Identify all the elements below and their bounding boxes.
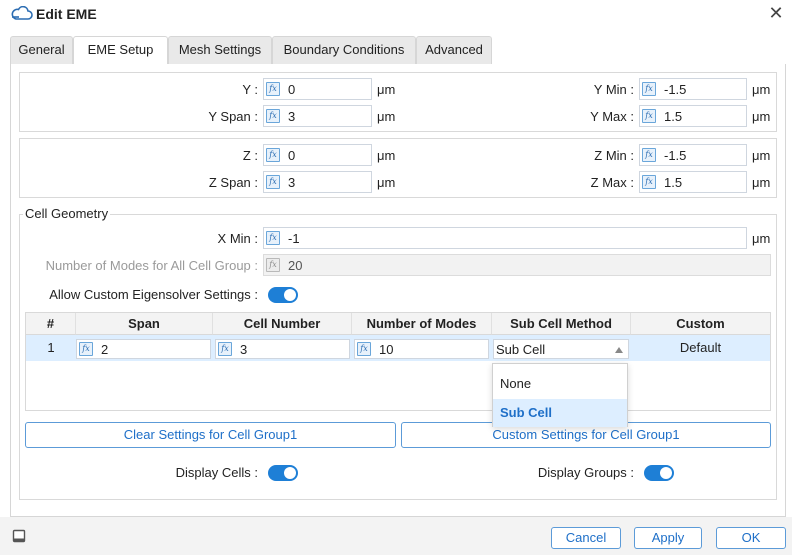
display-groups-label: Display Groups : bbox=[537, 465, 634, 480]
cancel-button[interactable]: Cancel bbox=[551, 527, 621, 549]
z-label: Z : bbox=[242, 148, 258, 163]
z-field[interactable]: fx 0 bbox=[263, 144, 372, 166]
caret-up-icon bbox=[615, 347, 623, 353]
col-header-sub-cell-method: Sub Cell Method bbox=[492, 313, 631, 335]
y-min-unit: μm bbox=[752, 82, 771, 97]
z-span-field[interactable]: fx 3 bbox=[263, 171, 372, 193]
ok-button[interactable]: OK bbox=[716, 527, 786, 549]
display-cells-toggle[interactable] bbox=[268, 465, 298, 481]
col-header-number-of-modes: Number of Modes bbox=[352, 313, 492, 335]
col-header-custom: Custom bbox=[631, 313, 770, 335]
cloud-icon bbox=[11, 6, 33, 20]
fx-icon[interactable]: fx bbox=[642, 175, 656, 189]
z-max-label: Z Max : bbox=[590, 175, 634, 190]
y-field[interactable]: fx 0 bbox=[263, 78, 372, 100]
fx-icon[interactable]: fx bbox=[642, 82, 656, 96]
fx-icon[interactable]: fx bbox=[218, 342, 232, 356]
x-min-label: X Min : bbox=[217, 231, 258, 246]
y-label: Y : bbox=[242, 82, 258, 97]
tab-general[interactable]: General bbox=[10, 36, 73, 64]
custom-cell: Default bbox=[679, 340, 722, 355]
z-min-field[interactable]: fx -1.5 bbox=[639, 144, 747, 166]
y-min-field[interactable]: fx -1.5 bbox=[639, 78, 747, 100]
fx-icon[interactable]: fx bbox=[266, 109, 280, 123]
close-icon[interactable]: ✕ bbox=[766, 3, 786, 23]
title-bar bbox=[0, 0, 792, 28]
x-min-field[interactable]: fx -1 bbox=[263, 227, 747, 249]
fx-icon[interactable]: fx bbox=[266, 175, 280, 189]
display-groups-toggle[interactable] bbox=[644, 465, 674, 481]
allow-custom-label: Allow Custom Eigensolver Settings : bbox=[49, 287, 258, 302]
clear-settings-button[interactable]: Clear Settings for Cell Group1 bbox=[25, 422, 396, 448]
cell-group-table: # Span Cell Number Number of Modes Sub C… bbox=[25, 312, 771, 411]
z-span-unit: μm bbox=[377, 175, 396, 190]
tab-eme-setup[interactable]: EME Setup bbox=[73, 36, 168, 65]
sub-cell-method-select[interactable]: Sub Cell bbox=[493, 339, 629, 359]
fx-icon: fx bbox=[266, 258, 280, 272]
option-sub-cell[interactable]: Sub Cell bbox=[493, 399, 627, 427]
num-modes-all-field: fx 20 bbox=[263, 254, 771, 276]
y-span-label: Y Span : bbox=[208, 109, 258, 124]
y-max-unit: μm bbox=[752, 109, 771, 124]
num-modes-all-label: Number of Modes for All Cell Group : bbox=[45, 258, 258, 273]
fx-icon[interactable]: fx bbox=[266, 82, 280, 96]
apply-button[interactable]: Apply bbox=[634, 527, 702, 549]
span-cell-field[interactable]: fx 2 bbox=[76, 339, 211, 359]
tab-boundary-conditions[interactable]: Boundary Conditions bbox=[272, 36, 416, 64]
fx-icon[interactable]: fx bbox=[642, 148, 656, 162]
fx-icon[interactable]: fx bbox=[357, 342, 371, 356]
display-cells-label: Display Cells : bbox=[175, 465, 258, 480]
allow-custom-toggle[interactable] bbox=[268, 287, 298, 303]
z-min-label: Z Min : bbox=[594, 148, 634, 163]
col-header-index: # bbox=[26, 313, 76, 335]
z-max-field[interactable]: fx 1.5 bbox=[639, 171, 747, 193]
y-unit: μm bbox=[377, 82, 396, 97]
z-unit: μm bbox=[377, 148, 396, 163]
col-header-cell-number: Cell Number bbox=[213, 313, 352, 335]
tab-mesh-settings[interactable]: Mesh Settings bbox=[168, 36, 272, 64]
row-index: 1 bbox=[47, 340, 55, 355]
y-max-label: Y Max : bbox=[590, 109, 634, 124]
fx-icon[interactable]: fx bbox=[266, 148, 280, 162]
col-header-span: Span bbox=[76, 313, 213, 335]
tab-advanced[interactable]: Advanced bbox=[416, 36, 492, 64]
y-span-field[interactable]: fx 3 bbox=[263, 105, 372, 127]
z-min-unit: μm bbox=[752, 148, 771, 163]
z-span-label: Z Span : bbox=[208, 175, 258, 190]
cell-geometry-legend: Cell Geometry bbox=[23, 206, 111, 221]
fx-icon[interactable]: fx bbox=[79, 342, 93, 356]
book-icon[interactable] bbox=[12, 529, 26, 543]
fx-icon[interactable]: fx bbox=[266, 231, 280, 245]
y-max-field[interactable]: fx 1.5 bbox=[639, 105, 747, 127]
x-min-unit: μm bbox=[752, 231, 771, 246]
cell-number-field[interactable]: fx 3 bbox=[215, 339, 350, 359]
y-span-unit: μm bbox=[377, 109, 396, 124]
z-max-unit: μm bbox=[752, 175, 771, 190]
fx-icon[interactable]: fx bbox=[642, 109, 656, 123]
window-title: Edit EME bbox=[36, 6, 97, 22]
option-none[interactable]: None bbox=[493, 370, 627, 398]
sub-cell-method-dropdown-list: None Sub Cell bbox=[492, 363, 628, 427]
num-modes-field[interactable]: fx 10 bbox=[354, 339, 489, 359]
y-min-label: Y Min : bbox=[593, 82, 634, 97]
